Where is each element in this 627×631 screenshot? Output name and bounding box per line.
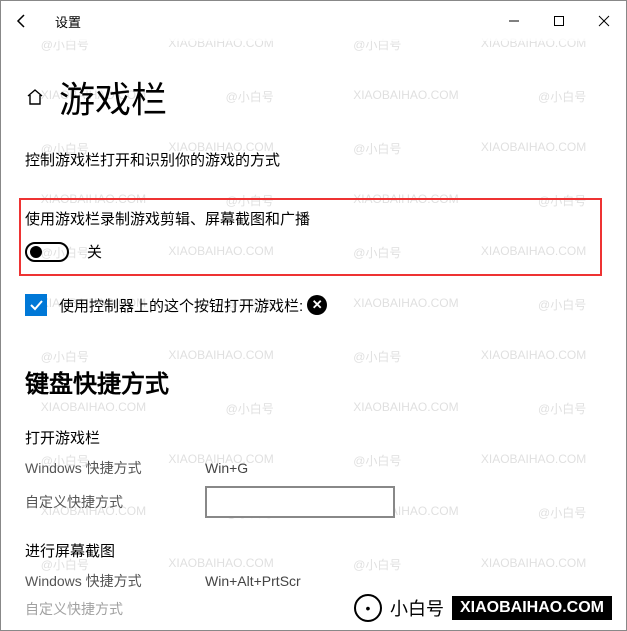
record-toggle[interactable] [25, 242, 69, 262]
controller-checkbox-label: 使用控制器上的这个按钮打开游戏栏: [59, 295, 303, 316]
titlebar: 设置 [1, 1, 626, 41]
shortcut-open-bar-value: Win+G [205, 460, 248, 476]
shortcut-open-bar-input[interactable] [205, 486, 395, 518]
shortcut-screenshot-value: Win+Alt+PrtScr [205, 573, 301, 589]
shortcut-screenshot-label: 进行屏幕截图 [25, 540, 602, 561]
back-button[interactable] [1, 13, 41, 29]
broadcast-icon [354, 594, 382, 622]
shortcut-custom-label: 自定义快捷方式 [25, 492, 205, 512]
shortcuts-section-title: 键盘快捷方式 [25, 364, 602, 399]
brand-name: 小白号 [390, 595, 444, 621]
maximize-button[interactable] [536, 1, 581, 41]
page-description: 控制游戏栏打开和识别你的游戏的方式 [25, 149, 602, 170]
xbox-icon: ✕ [307, 295, 327, 315]
minimize-button[interactable] [491, 1, 536, 41]
brand-url: XIAOBAIHAO.COM [452, 596, 612, 620]
shortcut-win-label: Windows 快捷方式 [25, 571, 205, 591]
home-icon[interactable] [25, 87, 45, 113]
highlight-box: 使用游戏栏录制游戏剪辑、屏幕截图和广播 关 [19, 198, 602, 276]
close-button[interactable] [581, 1, 626, 41]
window-title: 设置 [55, 12, 81, 31]
record-toggle-label: 使用游戏栏录制游戏剪辑、屏幕截图和广播 [25, 208, 590, 229]
shortcut-open-bar-label: 打开游戏栏 [25, 427, 602, 448]
controller-checkbox[interactable] [25, 294, 47, 316]
page-title: 游戏栏 [59, 71, 167, 123]
shortcut-win-label: Windows 快捷方式 [25, 458, 205, 478]
shortcut-custom-label: 自定义快捷方式 [25, 599, 205, 619]
record-toggle-state: 关 [87, 241, 102, 262]
branding-watermark: 小白号 XIAOBAIHAO.COM [346, 590, 620, 626]
